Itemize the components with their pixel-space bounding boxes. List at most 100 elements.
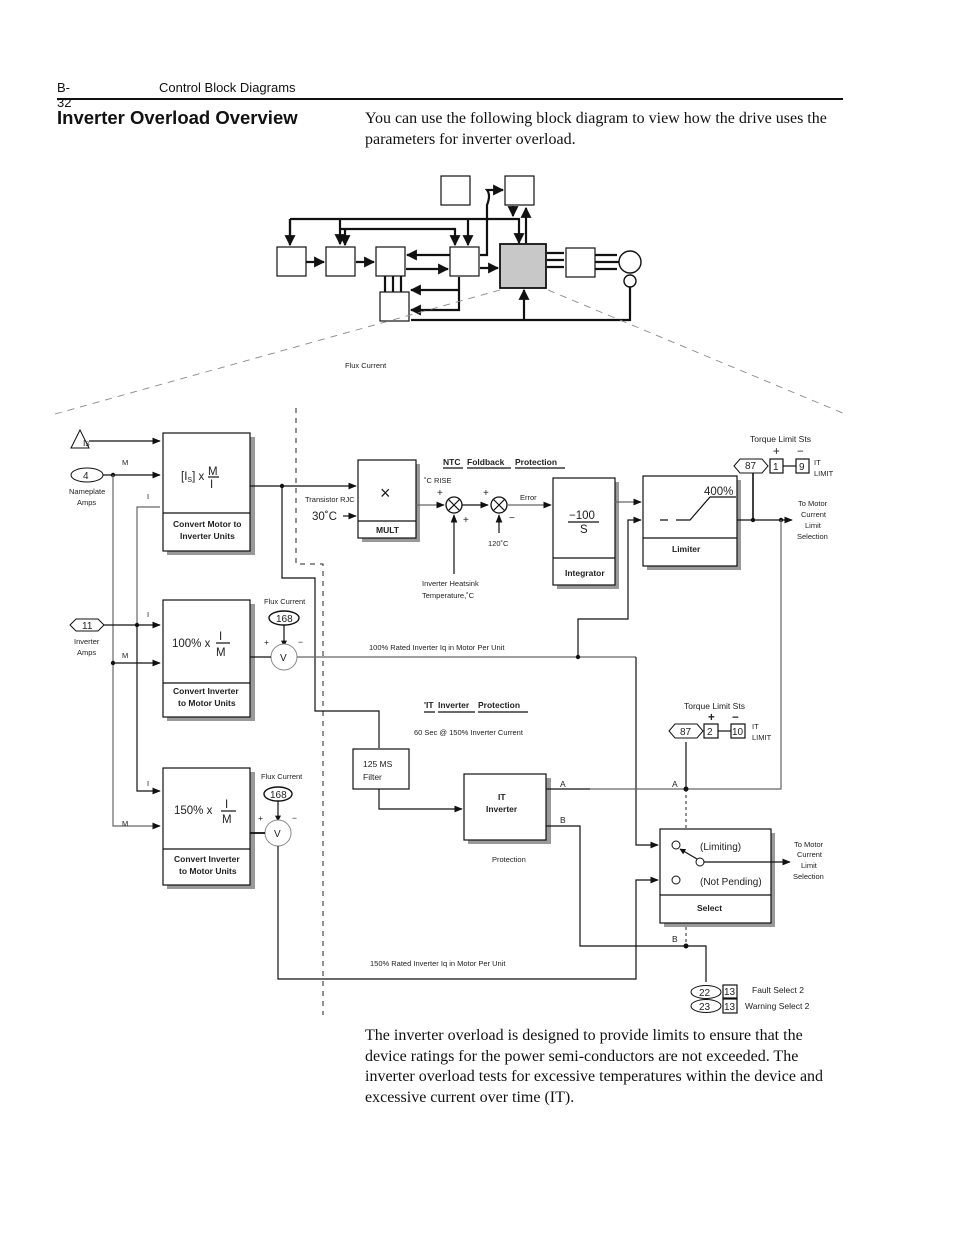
amps-label: Amps <box>77 498 96 507</box>
m-label-2: M <box>122 651 128 660</box>
label-a: A <box>672 779 678 789</box>
summary-paragraph: The inverter overload is designed to pro… <box>365 1027 824 1106</box>
block-title: MULT <box>376 525 400 535</box>
convert-motor-block: [IS] x M I Convert Motor to Inverter Uni… <box>162 432 255 555</box>
filter-block: 125 MS Filter <box>352 748 410 790</box>
param-4-text: 4 <box>83 471 89 482</box>
it-text: Inverter <box>486 804 518 814</box>
warning-select-2: 23 13 Warning Select 2 <box>690 998 810 1014</box>
svg-text:[IS] x: [IS] x <box>181 471 204 484</box>
flux-current-label: Flux Current <box>264 597 306 606</box>
block-title: Convert Inverter <box>173 686 239 696</box>
title-word: Inverter <box>438 700 470 710</box>
limit-400: 400% <box>704 486 733 498</box>
bit-text: 13 <box>724 1002 736 1013</box>
flux-current-label: Flux Current <box>261 772 303 781</box>
inverter-label: Inverter <box>74 637 100 646</box>
rated-150-label: 150% Rated Inverter Iq in Motor Per Unit <box>370 959 506 968</box>
mult-block: × MULT <box>357 459 420 542</box>
minus-sign: − <box>292 813 297 823</box>
ntc-title: NTC Foldback Protection <box>443 457 565 469</box>
overview-block <box>440 175 471 206</box>
i-label-2: I <box>147 610 149 619</box>
protection-caption: Protection <box>492 855 526 864</box>
switch-contact-limiting <box>671 840 681 850</box>
title-word: NTC <box>443 457 460 467</box>
fraction-den: I <box>210 479 213 491</box>
overview-block <box>276 246 307 277</box>
convert-inverter-100-block: 100% x I M Convert Inverter to Motor Uni… <box>162 599 255 721</box>
convert-inverter-150-block: 150% x I M Convert Inverter to Motor Uni… <box>162 767 255 889</box>
switch-contact-not-pending <box>671 875 681 885</box>
it-subtitle: 60 Sec @ 150% Inverter Current <box>414 728 524 737</box>
limiting-label: (Limiting) <box>700 842 741 853</box>
param-text: 23 <box>699 1002 711 1013</box>
motor-icon <box>618 250 642 274</box>
amps-label-2: Amps <box>77 648 96 657</box>
not-pending-label: (Not Pending) <box>700 877 762 888</box>
error-label: Error <box>520 493 537 502</box>
torque-limit-sts-1: Torque Limit Sts + − 87 1 9 IT LIMIT <box>733 434 834 478</box>
to-motor-label-1: To Motor Current Limit Selection <box>797 499 828 541</box>
it-limit-label: IT <box>814 458 821 467</box>
torque-limit-label: Torque Limit Sts <box>684 701 745 711</box>
param-11-text: 11 <box>82 621 93 632</box>
warning-select-label: Warning Select 2 <box>745 1001 810 1011</box>
overview-block <box>504 175 535 206</box>
to-motor-line: Current <box>801 510 827 519</box>
bit-text: 10 <box>732 727 744 738</box>
overview-block <box>379 291 410 322</box>
param-87-text: 87 <box>745 461 757 472</box>
overview-block <box>375 246 406 277</box>
fraction-den: M <box>222 814 232 826</box>
title-word: Protection <box>478 700 520 710</box>
plus-sign: + <box>463 515 469 526</box>
is-label: Is <box>83 438 90 448</box>
bit-text: 2 <box>707 727 713 738</box>
c-rise-label: ˚C RISE <box>424 476 452 485</box>
param-168-text: 168 <box>276 614 293 625</box>
to-motor-label-2: To Motor Current Limit Selection <box>793 840 824 881</box>
overview-block <box>325 246 356 277</box>
param-168-text: 168 <box>270 790 287 801</box>
block-title: Inverter Units <box>180 531 235 541</box>
block-title: Select <box>697 903 722 913</box>
fault-select-2: 22 13 Fault Select 2 <box>690 984 804 999</box>
formula: 150% x <box>174 805 213 817</box>
formula: 100% x <box>172 638 211 650</box>
to-motor-line: Current <box>797 850 823 859</box>
to-motor-line: To Motor <box>794 840 824 849</box>
plus-sign: + <box>483 488 489 499</box>
overview-diagram: Flux Current <box>54 175 846 415</box>
heatsink-label: Inverter Heatsink <box>422 579 479 588</box>
i-label: I <box>147 492 149 501</box>
fraction-num: I <box>225 799 228 811</box>
it-text: IT <box>498 792 506 802</box>
filter-text: Filter <box>363 772 382 782</box>
encoder-icon <box>623 274 637 288</box>
to-motor-line: Limit <box>801 861 818 870</box>
i-label-3: I <box>147 779 149 788</box>
transistor-rjc-label: Transistor RJC <box>305 495 355 504</box>
select-block: (Limiting) (Not Pending) Select <box>659 828 775 927</box>
output-b: B <box>560 815 566 825</box>
nameplate-label: Nameplate <box>69 487 105 496</box>
integrator-num: −100 <box>569 510 595 522</box>
it-protection-title: 'IT Inverter Protection 60 Sec @ 150% In… <box>414 700 528 737</box>
filter-text: 125 MS <box>363 759 393 769</box>
torque-limit-sts-2: Torque Limit Sts + − 87 2 10 IT LIMIT <box>668 701 772 742</box>
plus-sign: + <box>773 446 780 458</box>
bit-text: 13 <box>724 987 736 998</box>
limiter-block: 400% Limiter <box>642 475 741 570</box>
block-title: Limiter <box>672 544 701 554</box>
minus-sign: − <box>797 446 804 458</box>
overview-inverter-block <box>499 243 547 289</box>
to-motor-line: Selection <box>793 872 824 881</box>
title-word: 'IT <box>424 700 434 710</box>
plus-sign: + <box>258 813 263 823</box>
block-title: Integrator <box>565 568 605 578</box>
m-label: M <box>122 458 128 467</box>
minus-sign: − <box>298 637 303 647</box>
multiply-icon: × <box>380 483 391 503</box>
overview-block <box>449 246 480 277</box>
